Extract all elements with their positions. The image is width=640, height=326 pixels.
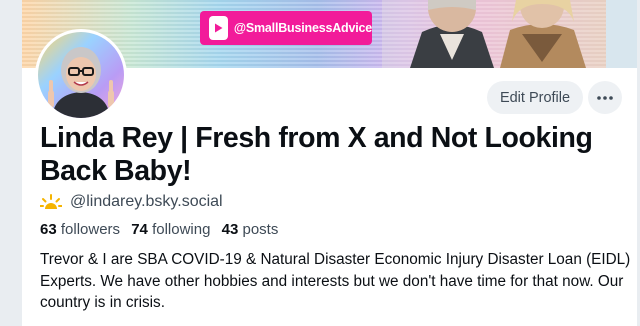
profile-stats: 63 followers 74 following 43 posts (40, 221, 285, 238)
youtube-handle: @SmallBusinessAdvice (233, 21, 372, 35)
posts-count: 43 posts (221, 221, 279, 238)
edit-profile-button[interactable]: Edit Profile (487, 81, 583, 114)
followers-link[interactable]: 63 followers (40, 221, 120, 238)
following-link[interactable]: 74 following (131, 221, 210, 238)
avatar-photo (38, 32, 124, 118)
page-left-gutter (0, 0, 22, 326)
avatar[interactable] (35, 29, 127, 121)
banner-photo-people (382, 0, 637, 68)
sun-icon (40, 194, 62, 209)
profile-handle[interactable]: @lindarey.bsky.social (70, 193, 223, 211)
profile-bio: Trevor & I are SBA COVID-19 & Natural Di… (40, 251, 631, 311)
ellipsis-icon (597, 95, 613, 100)
profile-display-name: Linda Rey | Fresh from X and Not Looking… (40, 122, 593, 187)
youtube-badge: @SmallBusinessAdvice (200, 11, 372, 45)
handle-row: @lindarey.bsky.social (40, 191, 223, 213)
youtube-play-icon (209, 16, 228, 40)
more-options-button[interactable] (588, 81, 622, 114)
